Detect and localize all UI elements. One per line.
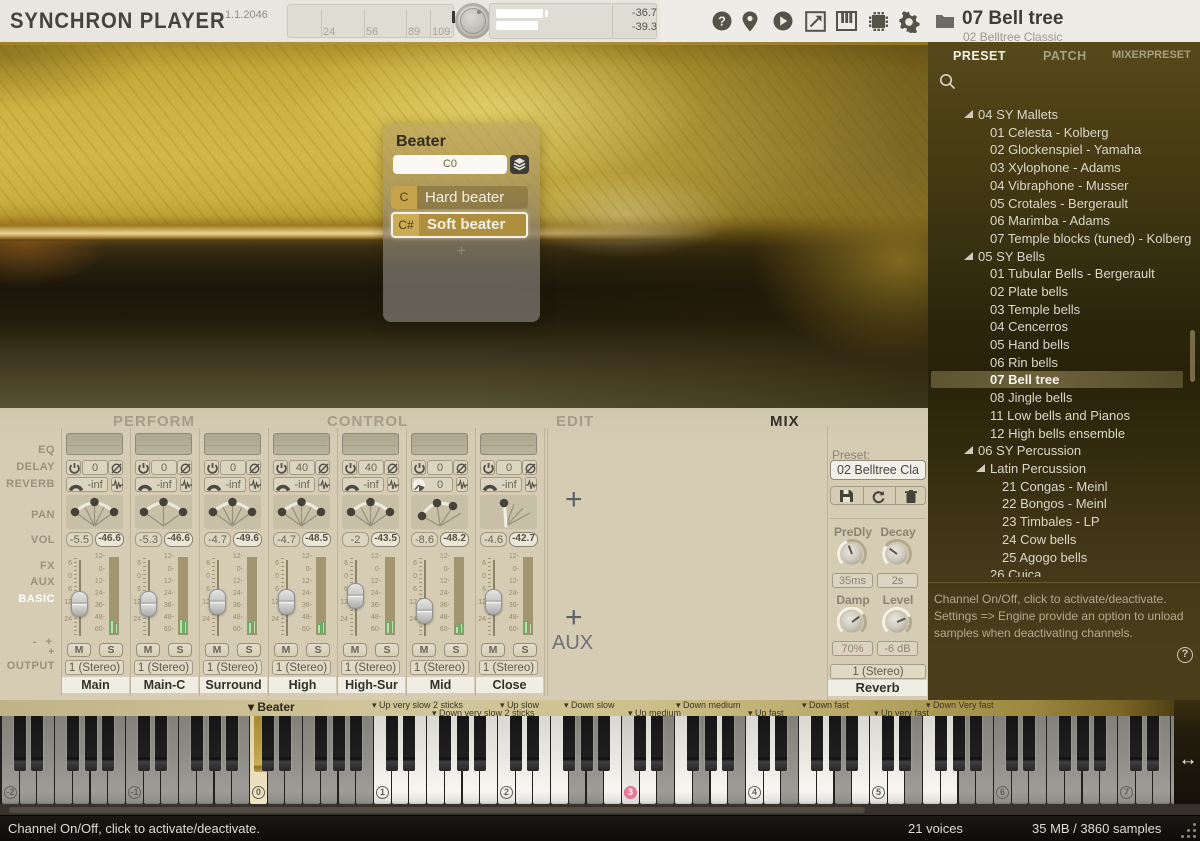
svg-text:?: ? <box>718 14 726 29</box>
